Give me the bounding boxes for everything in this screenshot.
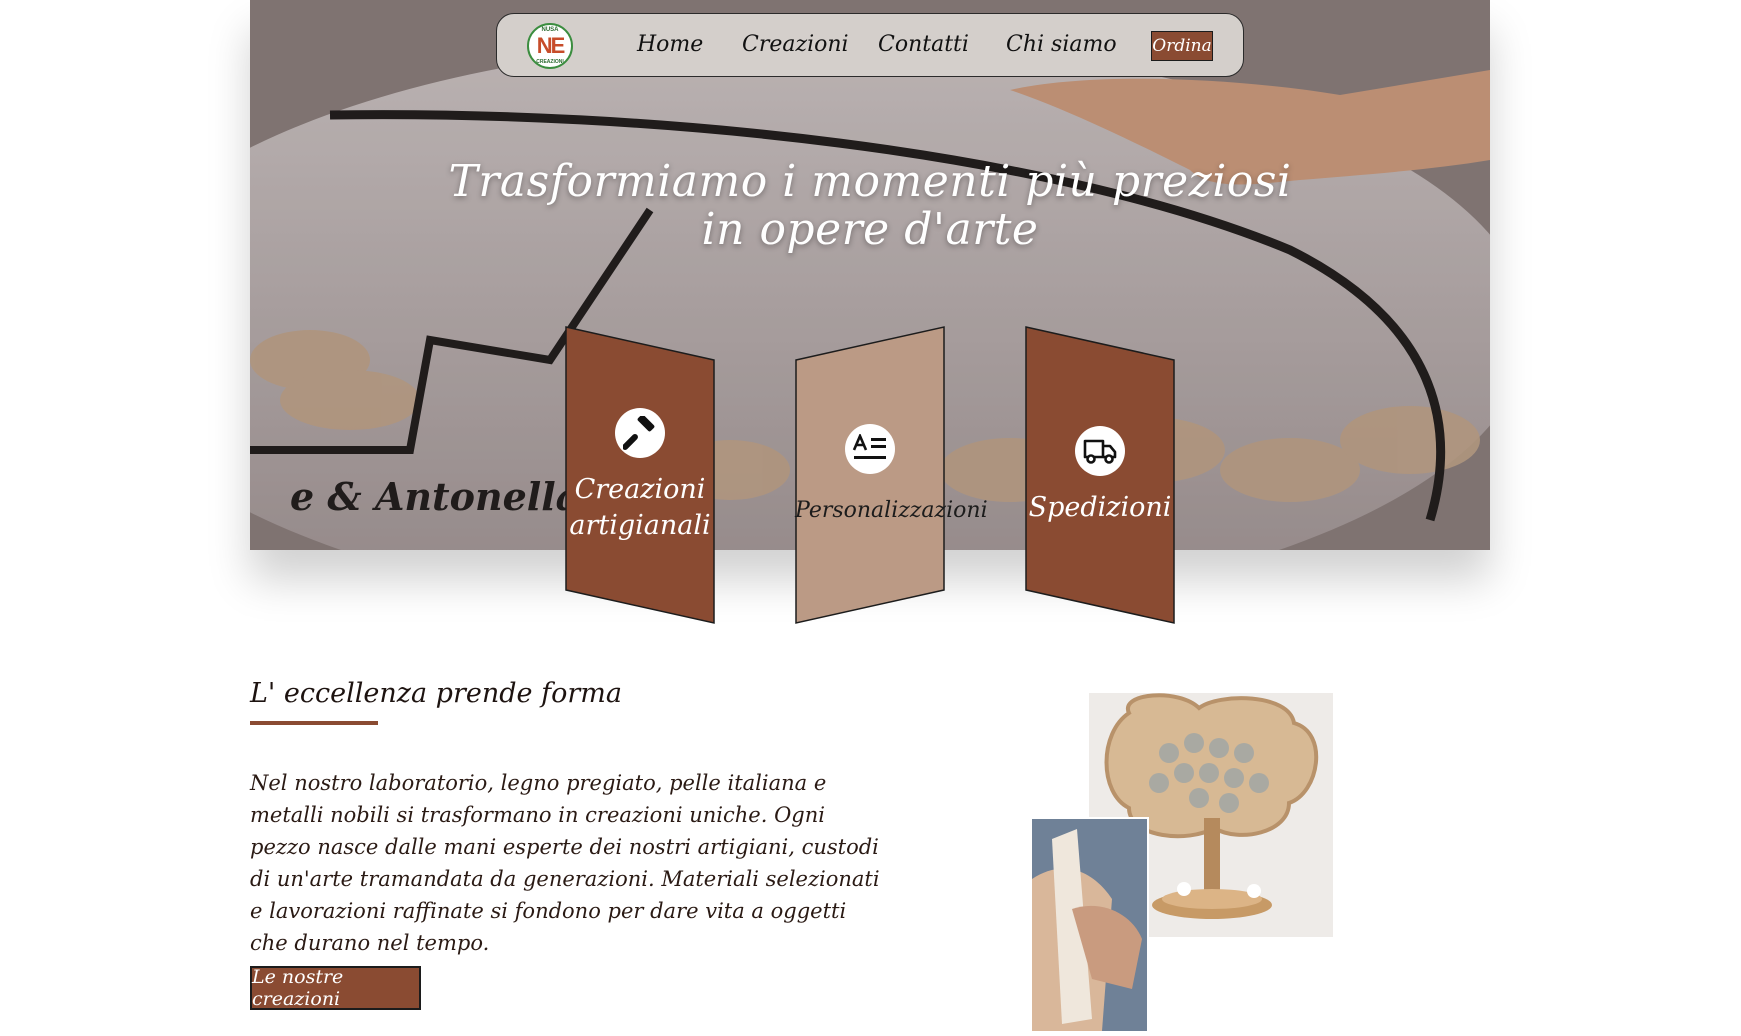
nav-item-chi-siamo[interactable]: Chi siamo [1006, 32, 1117, 57]
service-card-personalizzazioni[interactable]: Personalizzazioni [795, 326, 988, 624]
text-edit-icon [845, 424, 895, 474]
our-creations-button[interactable]: Le nostre creazioni [250, 966, 421, 1010]
nav-item-home[interactable]: Home [637, 32, 703, 57]
hammer-icon [615, 408, 665, 458]
logo-monogram: NE [536, 33, 566, 58]
logo-bottom-text: CREAZIONI [536, 59, 564, 65]
hero-title-line-1: Trasformiamo i momenti più preziosi [448, 156, 1292, 207]
logo-top-text: NUSA [541, 27, 559, 33]
nav-item-contatti[interactable]: Contatti [878, 32, 969, 57]
service-label: Personalizzazioni [795, 498, 988, 523]
about-body: Nel nostro laboratorio, legno pregiato, … [250, 771, 880, 955]
hero-title-line-2: in opere d'arte [701, 204, 1039, 255]
service-label: Spedizioni [1028, 492, 1172, 523]
service-card-creazioni-artigianali[interactable]: Creazioni artigianali [565, 326, 715, 624]
about-title: L' eccellenza prende forma [250, 678, 622, 709]
craftsman-hands-photo [1030, 817, 1149, 1033]
order-button[interactable]: Ordina [1151, 31, 1213, 61]
truck-icon [1075, 426, 1125, 476]
nusa-creazioni-logo[interactable]: NUSA NE CREAZIONI [527, 23, 573, 69]
title-underline [250, 721, 378, 725]
service-card-spedizioni[interactable]: Spedizioni [1025, 326, 1175, 624]
service-label: Creazioni artigianali [569, 474, 711, 541]
card-shape [795, 326, 945, 624]
nav-item-creazioni[interactable]: Creazioni [742, 32, 849, 57]
main-navigation: NUSA NE CREAZIONI Home Creazioni Contatt… [496, 13, 1244, 77]
hero-title: Trasformiamo i momenti più preziosi in o… [250, 158, 1490, 254]
